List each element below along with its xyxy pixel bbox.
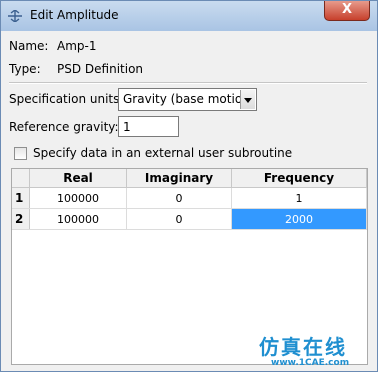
edit-amplitude-dialog: Edit Amplitude X Name: Amp-1 Type: PSD D… [0, 0, 378, 372]
corner-header [12, 169, 30, 188]
external-subroutine-label: Specify data in an external user subrout… [33, 146, 293, 160]
cell-imaginary[interactable]: 0 [126, 208, 232, 230]
name-value: Amp-1 [57, 39, 97, 53]
row-header[interactable]: 1 [12, 187, 30, 209]
app-icon [8, 10, 22, 22]
ref-gravity-input[interactable] [118, 116, 179, 137]
cell-real[interactable]: 100000 [29, 208, 127, 230]
dialog-body: Name: Amp-1 Type: PSD Definition Specifi… [7, 31, 371, 365]
cell-imaginary[interactable]: 0 [126, 187, 232, 209]
type-value: PSD Definition [57, 62, 144, 76]
row-header[interactable]: 2 [12, 208, 30, 230]
cell-real[interactable]: 100000 [29, 187, 127, 209]
watermark-url: www.1CAE.com [271, 358, 350, 368]
type-label: Type: [9, 62, 41, 76]
table-row: 2 100000 0 2000 [12, 208, 367, 230]
separator [9, 82, 367, 84]
watermark-text: 仿真在线 [259, 335, 347, 359]
spec-units-label: Specification units: [9, 92, 124, 106]
cell-frequency[interactable]: 1 [231, 187, 367, 209]
title-bar[interactable]: Edit Amplitude X [1, 1, 377, 31]
chevron-down-icon[interactable] [240, 90, 255, 109]
close-icon: X [341, 2, 353, 17]
table-row: 1 100000 0 1 [12, 187, 367, 209]
close-button[interactable]: X [324, 1, 370, 21]
cell-frequency-selected[interactable]: 2000 [231, 208, 367, 230]
spec-units-value: Gravity (base motion) [123, 92, 255, 106]
external-subroutine-checkbox[interactable] [14, 147, 27, 160]
name-label: Name: [9, 39, 49, 53]
column-header-imaginary[interactable]: Imaginary [126, 169, 232, 188]
spec-units-dropdown[interactable]: Gravity (base motion) [118, 88, 257, 111]
window-title: Edit Amplitude [30, 8, 119, 22]
table-header-row: Real Imaginary Frequency [12, 169, 367, 188]
column-header-frequency[interactable]: Frequency [231, 169, 367, 188]
ref-gravity-label: Reference gravity: [9, 120, 119, 134]
column-header-real[interactable]: Real [29, 169, 127, 188]
